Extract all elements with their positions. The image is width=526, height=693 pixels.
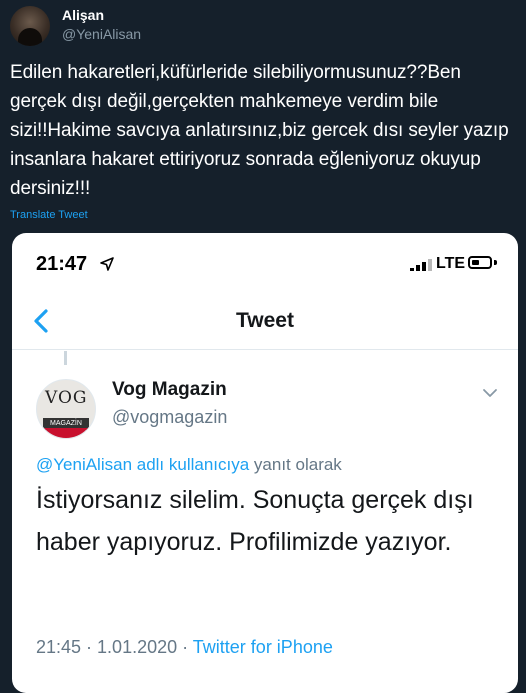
quoted-avatar[interactable]: VOG MAGAZİN: [36, 379, 96, 439]
translate-tweet-link[interactable]: Translate Tweet: [10, 209, 88, 221]
reply-context: @YeniAlisan adlı kullanıcıya yanıt olara…: [36, 455, 342, 475]
tweet-header: Alişan @YeniAlisan: [10, 6, 516, 46]
meta-separator: ·: [177, 637, 193, 657]
tweet-meta: 21:45 · 1.01.2020 · Twitter for iPhone: [36, 637, 333, 658]
nav-bar: Tweet: [12, 295, 518, 350]
battery-tip: [494, 260, 497, 265]
location-arrow-icon: [100, 257, 114, 271]
status-time: 21:47: [36, 253, 88, 275]
avatar-red-band: [37, 428, 95, 438]
battery-icon: [468, 256, 492, 269]
thread-line: [64, 351, 67, 365]
page-title: Tweet: [236, 309, 294, 332]
avatar-logo-text: VOG: [45, 388, 88, 408]
attached-screenshot[interactable]: 21:47 LTE Tweet VOG MAGAZİN Vog Magazin …: [12, 233, 518, 693]
tweet-date: 1.01.2020: [97, 637, 178, 657]
author-name[interactable]: Alişan: [62, 7, 104, 23]
quoted-account-name[interactable]: Vog Magazin: [112, 379, 227, 401]
network-label: LTE: [436, 255, 466, 272]
chevron-down-icon[interactable]: [482, 387, 498, 399]
signal-bars-icon: [410, 259, 432, 271]
quoted-account-handle[interactable]: @vogmagazin: [112, 407, 227, 428]
tweet-text: Edilen hakaretleri,küfürleride silebiliy…: [10, 62, 514, 199]
author-handle[interactable]: @YeniAlisan: [62, 26, 141, 42]
quoted-tweet-text: İstiyorsanız silelim. Sonuçta gerçek dış…: [36, 486, 474, 556]
avatar[interactable]: [10, 6, 50, 46]
phone-status-bar: 21:47 LTE: [12, 233, 518, 295]
reply-mention-link[interactable]: @YeniAlisan adlı kullanıcıya: [36, 455, 249, 474]
meta-separator: ·: [81, 637, 98, 657]
reply-suffix: yanıt olarak: [249, 455, 342, 474]
tweet-time: 21:45: [36, 637, 82, 657]
tweet-source-link[interactable]: Twitter for iPhone: [193, 637, 333, 657]
